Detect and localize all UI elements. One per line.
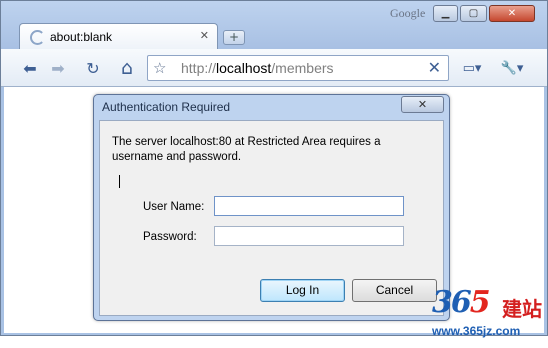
watermark-num-b: 5 xyxy=(469,285,491,320)
username-label: User Name: xyxy=(143,201,205,213)
url-text[interactable]: http://localhost/members xyxy=(181,60,334,76)
stop-loading-icon[interactable]: ✕ xyxy=(428,58,441,77)
bookmark-star-icon[interactable]: ☆ xyxy=(153,59,166,77)
log-in-button[interactable]: Log In xyxy=(260,279,345,302)
password-label: Password: xyxy=(143,231,197,243)
url-scheme: http:// xyxy=(181,60,217,76)
watermark-url: www.365jz.com xyxy=(432,324,521,338)
navigation-toolbar: ⬅ ➡ ↻ ⌂ ☆ http://localhost/members ✕ ▭▾ … xyxy=(1,49,547,87)
tab-close-icon[interactable]: ✕ xyxy=(200,29,209,42)
forward-arrow-icon[interactable]: ➡ xyxy=(45,55,71,81)
tab-about-blank[interactable]: about:blank ✕ xyxy=(19,23,218,49)
address-bar[interactable]: ☆ http://localhost/members ✕ xyxy=(147,55,449,81)
auth-message: The server localhost:80 at Restricted Ar… xyxy=(112,136,381,163)
dialog-close-button[interactable]: ✕ xyxy=(401,96,444,113)
url-path: /members xyxy=(271,60,334,76)
username-field[interactable] xyxy=(214,196,404,216)
maximize-button[interactable]: ▢ xyxy=(460,5,487,22)
url-host: localhost xyxy=(216,60,272,76)
watermark-chinese-text: 建站 xyxy=(502,297,542,321)
cancel-button[interactable]: Cancel xyxy=(352,279,437,302)
watermark-num-a: 36 xyxy=(432,285,472,320)
tab-title: about:blank xyxy=(50,30,113,44)
home-icon[interactable]: ⌂ xyxy=(114,55,140,81)
dialog-title: Authentication Required xyxy=(102,100,231,114)
loading-spinner-icon xyxy=(30,30,45,45)
google-brand-label: Google xyxy=(390,6,426,20)
minimize-button[interactable]: ▁ xyxy=(433,5,458,22)
authentication-dialog: Authentication Required ✕ The server loc… xyxy=(93,94,450,321)
watermark-number: 365 xyxy=(432,285,491,320)
watermark-logo: 365 建站 www.365jz.com xyxy=(432,285,548,343)
password-field[interactable] xyxy=(214,226,404,246)
title-bar: Google ▁ ▢ ✕ about:blank ✕ + xyxy=(1,1,547,49)
wrench-menu-icon[interactable]: 🔧▾ xyxy=(495,55,529,81)
text-caret xyxy=(119,175,120,188)
dialog-body: The server localhost:80 at Restricted Ar… xyxy=(99,120,444,316)
page-menu-icon[interactable]: ▭▾ xyxy=(457,55,487,81)
window-close-button[interactable]: ✕ xyxy=(489,5,535,22)
back-arrow-icon[interactable]: ⬅ xyxy=(17,55,43,81)
new-tab-button[interactable]: + xyxy=(223,30,245,45)
reload-icon[interactable]: ↻ xyxy=(80,55,106,81)
